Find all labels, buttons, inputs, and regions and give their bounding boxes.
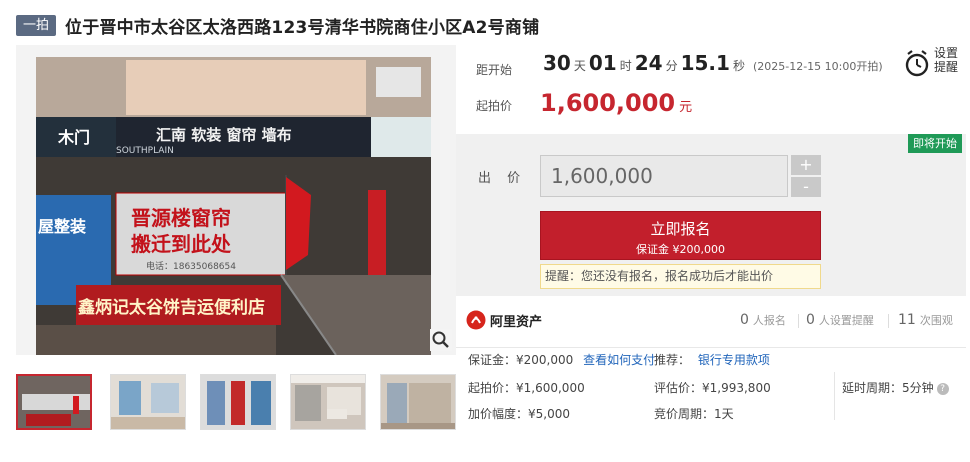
countdown-label: 距开始	[476, 63, 513, 77]
reminder-count: 0 人设置提醒	[806, 312, 874, 328]
how-to-pay-link[interactable]: 查看如何支付	[583, 353, 655, 367]
start-price-unit: 元	[679, 100, 693, 115]
main-photo[interactable]: 木门 汇南 软装 窗帘 墙布 SOUTHPLAIN 屋整装 晋源楼窗帘 搬迁到此…	[16, 45, 456, 355]
banner-line1: 晋源楼窗帘	[131, 206, 231, 230]
help-icon[interactable]: ?	[936, 382, 949, 395]
countdown-days-unit: 天	[573, 59, 586, 73]
ali-assets-text: 阿里资产	[490, 314, 543, 330]
recommend-label: 推荐：	[654, 353, 691, 367]
round-tag: 一拍	[16, 14, 57, 36]
magnifier-icon	[430, 329, 452, 351]
bid-label: 出 价	[478, 171, 527, 186]
deposit-text: 保证金：¥200,000	[468, 353, 574, 367]
countdown-hours-unit: 时	[619, 59, 632, 73]
decrease-bid-button[interactable]: -	[791, 177, 821, 197]
views-count-label: 次围观	[919, 314, 953, 327]
thumbnail-2[interactable]	[110, 374, 186, 430]
stats-bar: 阿里资产 0 人报名 0 人设置提醒 11 次围观	[456, 296, 966, 348]
title-row: 一拍 位于晋中市太谷区太洛西路123号清华书院商住小区A2号商铺	[16, 12, 539, 38]
sign-shop-left: 木门	[57, 128, 90, 147]
thumbnail-1[interactable]	[16, 374, 92, 430]
registered-count: 0 人报名	[740, 312, 786, 328]
increase-bid-button[interactable]: +	[791, 155, 821, 175]
start-price-info: 起拍价：¥1,600,000	[468, 381, 585, 395]
sign-brand: 汇南 软装 窗帘 墙布	[156, 126, 292, 144]
reminder-label: 设置 提醒	[934, 46, 958, 74]
zoom-button[interactable]	[430, 329, 452, 351]
set-reminder-button[interactable]: 设置 提醒	[902, 46, 962, 82]
auction-page: 一拍 位于晋中市太谷区太洛西路123号清华书院商住小区A2号商铺 木门 汇南 软…	[0, 0, 970, 462]
banner-phone: 电话：18635068654	[146, 260, 236, 272]
recommend-link[interactable]: 银行专用款项	[698, 353, 770, 367]
page-title: 位于晋中市太谷区太洛西路123号清华书院商住小区A2号商铺	[65, 17, 540, 38]
register-deposit-note: 保证金 ¥200,000	[636, 243, 725, 256]
thumbnail-3[interactable]	[200, 374, 276, 430]
registration-hint: 提醒：您还没有报名，报名成功后才能出价	[540, 264, 821, 289]
reminder-line1: 设置	[934, 46, 959, 60]
lower-sign: 鑫炳记太谷饼吉运便利店	[77, 297, 265, 318]
bid-box: 即将开始 出 价 + - 立即报名 保证金 ¥200,000 提醒：您还没有报名…	[456, 134, 966, 296]
registered-count-value: 0	[740, 312, 749, 328]
reminder-line2: 提醒	[934, 60, 959, 74]
countdown: 30 天 01 时 24 分 15.1 秒 (2025-12-15 10:00开…	[540, 51, 883, 77]
status-badge: 即将开始	[908, 134, 962, 153]
details-divider	[834, 372, 835, 420]
countdown-minutes: 24	[634, 51, 663, 75]
registered-count-label: 人报名	[752, 314, 786, 327]
recommend-info: 推荐： 银行专用款项	[654, 351, 770, 368]
start-price-label: 起拍价	[476, 99, 513, 113]
register-button[interactable]: 立即报名 保证金 ¥200,000	[540, 211, 821, 260]
thumbnail-5[interactable]	[380, 374, 456, 430]
register-button-label: 立即报名	[650, 220, 711, 238]
bid-input[interactable]	[540, 155, 788, 197]
start-time-note: (2025-12-15 10:00开拍)	[752, 60, 883, 73]
start-price: 1,600,000 元	[540, 89, 692, 117]
ali-assets-icon	[466, 310, 486, 330]
countdown-hours: 01	[588, 51, 617, 75]
countdown-minutes-unit: 分	[665, 59, 678, 73]
views-count-value: 11	[898, 312, 916, 328]
increment-info: 加价幅度：¥5,000	[468, 407, 570, 421]
views-count: 11 次围观	[898, 312, 953, 328]
reminder-count-value: 0	[806, 312, 815, 328]
delay-period-info: 延时周期：5分钟?	[842, 379, 949, 396]
storefront-photo: 木门 汇南 软装 窗帘 墙布 SOUTHPLAIN 屋整装 晋源楼窗帘 搬迁到此…	[16, 45, 456, 355]
start-price-value: 1,600,000	[540, 89, 676, 117]
thumbnail-4[interactable]	[290, 374, 366, 430]
countdown-seconds-unit: 秒	[732, 59, 745, 73]
delay-period-text: 延时周期：5分钟	[842, 381, 934, 395]
alarm-clock-icon	[905, 50, 929, 77]
deposit-info: 保证金：¥200,000 查看如何支付	[468, 351, 655, 368]
reminder-count-label: 人设置提醒	[818, 314, 874, 327]
thumbnail-strip	[16, 374, 456, 432]
banner-line2: 搬迁到此处	[131, 232, 232, 256]
bid-period-info: 竞价周期：1天	[654, 407, 734, 421]
ali-assets-logo: 阿里资产	[466, 310, 542, 330]
appraisal-info: 评估价：¥1,993,800	[654, 381, 771, 395]
countdown-days: 30	[543, 51, 571, 75]
countdown-seconds: 15.1	[680, 51, 730, 75]
sign-brand-en: SOUTHPLAIN	[116, 146, 174, 156]
sign-side: 屋整装	[38, 217, 86, 236]
